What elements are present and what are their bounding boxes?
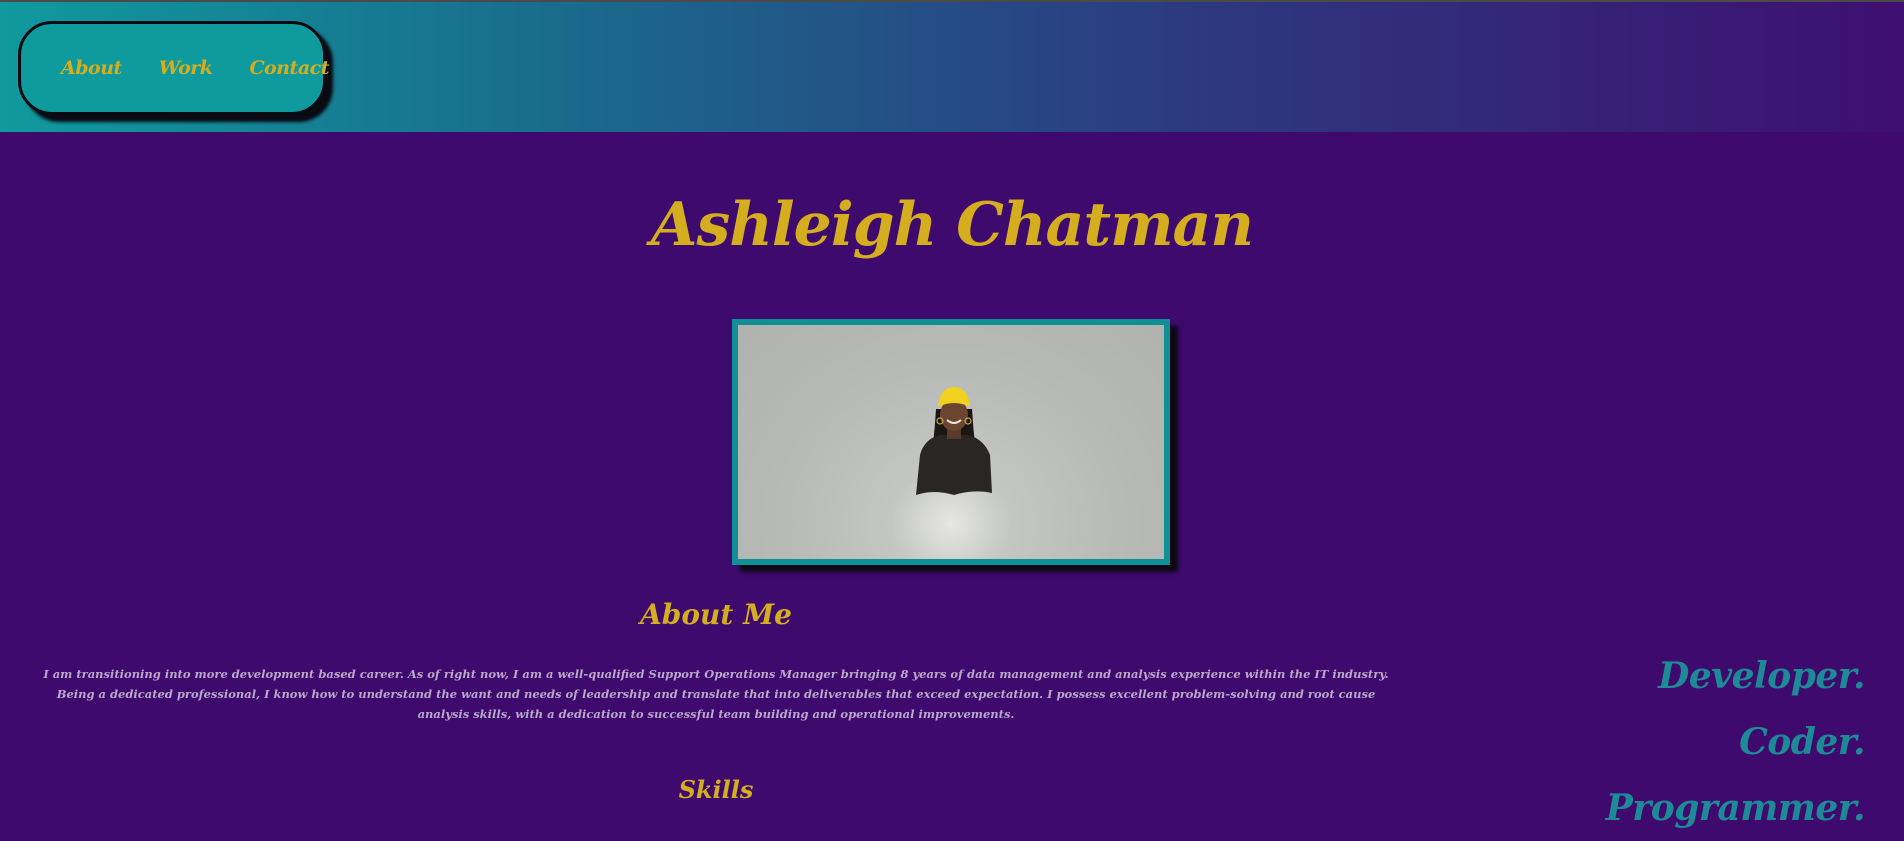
roles-list: Developer. Coder. Programmer. (1485, 643, 1866, 841)
nav-link-about[interactable]: About (61, 57, 122, 79)
about-paragraph: I am transitioning into more development… (43, 667, 1389, 721)
role-coder: Coder. (1739, 721, 1865, 763)
nav-link-contact[interactable]: Contact (249, 57, 329, 79)
nav-link-work[interactable]: Work (159, 57, 213, 79)
portrait-image (916, 387, 992, 495)
role-programmer: Programmer. (1605, 787, 1866, 829)
site-header: About Work Contact (0, 2, 1904, 132)
skills-heading: Skills (678, 775, 754, 804)
about-heading: About Me (640, 598, 792, 631)
page-title: Ashleigh Chatman (650, 190, 1254, 260)
profile-photo (732, 319, 1170, 565)
role-developer: Developer. (1658, 655, 1865, 697)
main-nav: About Work Contact (18, 21, 329, 115)
